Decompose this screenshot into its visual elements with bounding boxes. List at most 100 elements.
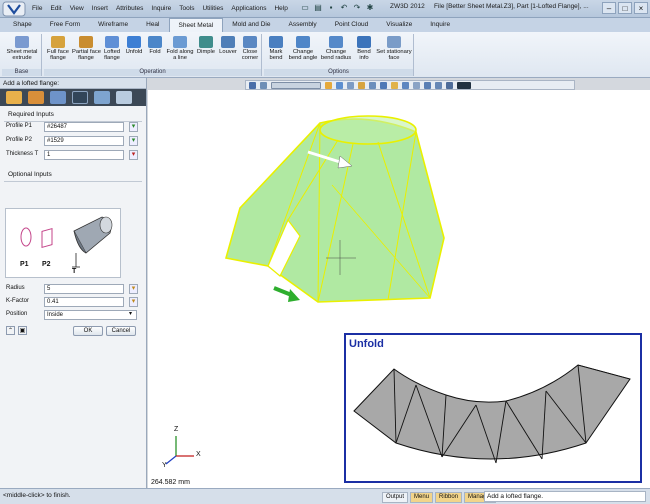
- triad-y-label: Y: [162, 462, 167, 469]
- thickness-field[interactable]: 1: [44, 150, 124, 160]
- settings-gear-icon[interactable]: ✱: [365, 2, 375, 14]
- menu-view[interactable]: View: [66, 3, 88, 15]
- tab-wireframe[interactable]: Wireframe: [89, 18, 137, 32]
- lofted-flange-icon: [105, 36, 119, 48]
- display-icon[interactable]: [435, 82, 442, 89]
- close-icon[interactable]: ×: [634, 2, 648, 14]
- save-icon[interactable]: ▪: [326, 2, 336, 14]
- zoom-icon[interactable]: [358, 82, 365, 89]
- tab-mold-and-die[interactable]: Mold and Die: [223, 18, 279, 32]
- open-folder-icon[interactable]: ▤: [313, 2, 323, 14]
- color-swatch-icon[interactable]: [457, 82, 471, 89]
- close-corner-icon: [243, 36, 257, 48]
- rotate-icon[interactable]: [380, 82, 387, 89]
- partial-face-flange-button[interactable]: Partial face flange: [72, 36, 101, 61]
- cancel-button[interactable]: Cancel: [106, 326, 136, 336]
- zw3d-logo-icon[interactable]: [2, 1, 26, 17]
- section-view-icon[interactable]: [402, 82, 409, 89]
- view-list-icon[interactable]: [260, 82, 267, 89]
- maximize-icon[interactable]: □: [618, 2, 632, 14]
- ribbon-group-options: Mark bend Change bend angle Change bend …: [264, 34, 414, 76]
- lofted-flange-button[interactable]: Lofted flange: [102, 36, 122, 61]
- shade-icon[interactable]: [336, 82, 343, 89]
- dimple-button[interactable]: Dimple: [196, 36, 216, 55]
- fold-button[interactable]: Fold: [146, 36, 164, 55]
- radius-field[interactable]: 5: [44, 284, 124, 294]
- menu-help[interactable]: Help: [270, 3, 291, 15]
- display-manager-icon[interactable]: [72, 91, 88, 104]
- change-bend-angle-button[interactable]: Change bend angle: [288, 36, 318, 61]
- louver-button[interactable]: Louver: [218, 36, 238, 55]
- menu-utilities[interactable]: Utilities: [198, 3, 227, 15]
- fit-view-icon[interactable]: [391, 82, 398, 89]
- pan-icon[interactable]: [369, 82, 376, 89]
- kfactor-option-icon[interactable]: ▾: [129, 297, 138, 307]
- full-face-flange-label: Full face flange: [47, 49, 69, 61]
- fold-along-line-button[interactable]: Fold along a line: [166, 36, 194, 61]
- set-stationary-face-button[interactable]: Set stationary face: [376, 36, 412, 61]
- radius-row: Radius 5 ▾: [4, 284, 138, 294]
- required-inputs-heading: Required Inputs: [4, 108, 142, 122]
- profile-p1-label: Profile P1: [6, 123, 33, 129]
- tab-shape[interactable]: Shape: [4, 18, 41, 32]
- view-cube-icon[interactable]: [413, 82, 420, 89]
- radius-option-icon[interactable]: ▾: [129, 284, 138, 294]
- undo-icon[interactable]: ↶: [339, 2, 349, 14]
- menu-tools[interactable]: Tools: [175, 3, 198, 15]
- status-tab-menu[interactable]: Menu: [410, 492, 434, 503]
- position-dropdown-chevron-icon[interactable]: ▾: [129, 310, 132, 317]
- history-icon[interactable]: [28, 91, 44, 104]
- close-corner-button[interactable]: Close corner: [240, 36, 260, 61]
- layers-icon[interactable]: [94, 91, 110, 104]
- properties-icon[interactable]: [50, 91, 66, 104]
- profile-p1-pick-icon[interactable]: ▾: [129, 122, 138, 132]
- profile-p2-pick-icon[interactable]: ▾: [129, 136, 138, 146]
- position-select[interactable]: Inside: [44, 310, 137, 320]
- menu-insert[interactable]: Insert: [88, 3, 112, 15]
- tab-heal[interactable]: Heal: [137, 18, 168, 32]
- minimize-icon[interactable]: –: [602, 2, 616, 14]
- unfold-button[interactable]: Unfold: [124, 36, 144, 55]
- thickness-row: Thickness T 1 ▾: [4, 150, 138, 160]
- thickness-pick-icon[interactable]: ▾: [129, 150, 138, 160]
- status-tab-ribbon[interactable]: Ribbon: [435, 492, 463, 503]
- profile-p2-field[interactable]: #1529: [44, 136, 124, 146]
- redo-icon[interactable]: ↷: [352, 2, 362, 14]
- tab-sheet-metal[interactable]: Sheet Metal: [168, 18, 224, 32]
- wireframe-icon[interactable]: [347, 82, 354, 89]
- ribbon-group-base-label: Base: [2, 69, 41, 76]
- menu-applications[interactable]: Applications: [227, 3, 270, 15]
- triad-z-label: Z: [174, 426, 179, 433]
- tab-inquire[interactable]: Inquire: [421, 18, 459, 32]
- full-face-flange-button[interactable]: Full face flange: [46, 36, 70, 61]
- change-bend-radius-button[interactable]: Change bend radius: [320, 36, 352, 61]
- tab-point-cloud[interactable]: Point Cloud: [326, 18, 378, 32]
- mark-bend-button[interactable]: Mark bend: [266, 36, 286, 61]
- part-manager-icon[interactable]: [6, 91, 22, 104]
- menu-edit[interactable]: Edit: [46, 3, 65, 15]
- status-tab-output[interactable]: Output: [382, 492, 409, 503]
- new-file-icon[interactable]: ▭: [300, 2, 310, 14]
- menu-attributes[interactable]: Attributes: [112, 3, 147, 15]
- layer-icon[interactable]: [424, 82, 431, 89]
- graphics-viewport[interactable]: Z X Y 264.582 mm Unfold: [148, 90, 650, 488]
- render-mode-icon[interactable]: [325, 82, 332, 89]
- tab-visualize[interactable]: Visualize: [377, 18, 421, 32]
- ok-button[interactable]: OK: [73, 326, 103, 336]
- command-panel: Add a lofted flange: Required Inputs Pro…: [0, 78, 147, 488]
- grid-icon[interactable]: [446, 82, 453, 89]
- menu-inquire[interactable]: Inquire: [147, 3, 175, 15]
- collapse-panel-icon[interactable]: ⌃: [6, 326, 15, 335]
- kfactor-field[interactable]: 0.41: [44, 297, 124, 307]
- bend-info-button[interactable]: Bend info: [354, 36, 374, 61]
- view-filter-select[interactable]: [271, 82, 321, 89]
- lofted-flange-command-icon[interactable]: [116, 91, 132, 104]
- view-toolbar: [245, 80, 575, 90]
- view-orient-icon[interactable]: [249, 82, 256, 89]
- tab-free-form[interactable]: Free Form: [41, 18, 89, 32]
- sheet-metal-extrude-button[interactable]: Sheet metal extrude: [4, 36, 40, 61]
- help-page-icon[interactable]: ▣: [18, 326, 27, 335]
- profile-p1-field[interactable]: #26487: [44, 122, 124, 132]
- menu-file[interactable]: File: [28, 3, 46, 15]
- tab-assembly[interactable]: Assembly: [280, 18, 326, 32]
